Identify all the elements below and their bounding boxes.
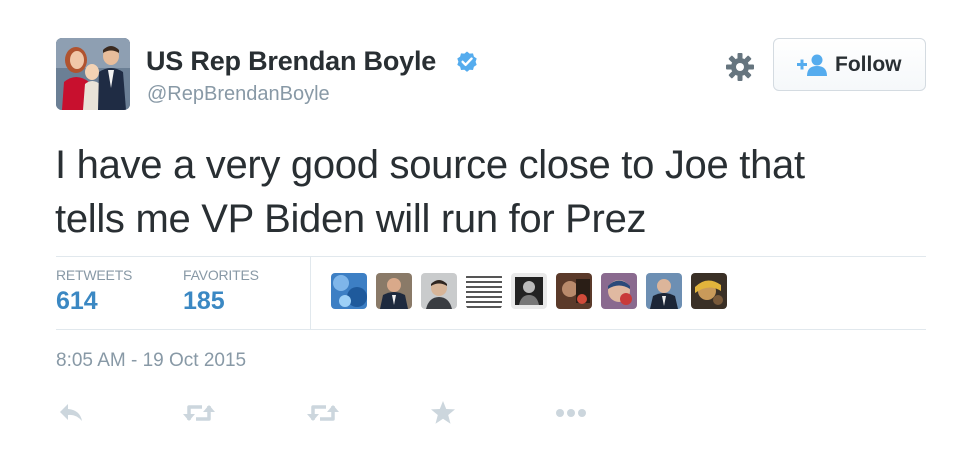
star-icon[interactable]: [430, 400, 456, 425]
retweets-stat[interactable]: RETWEETS 614: [56, 267, 132, 316]
stats-divider: [310, 257, 311, 329]
favoriter-avatar[interactable]: [376, 273, 412, 309]
tweet-text-line-2: tells me VP Biden will run for Prez: [55, 197, 647, 241]
tweet-text: I have a very good source close to Joe t…: [55, 138, 935, 246]
favoriter-avatar[interactable]: [511, 273, 547, 309]
favoriter-avatar[interactable]: [691, 273, 727, 309]
favorites-count: 185: [183, 287, 225, 315]
favoriter-avatar[interactable]: [421, 273, 457, 309]
author-name[interactable]: US Rep Brendan Boyle: [146, 46, 436, 77]
tweet-timestamp[interactable]: 8:05 AM - 19 Oct 2015: [56, 350, 246, 372]
add-user-icon: [797, 54, 827, 76]
favorites-label: FAVORITES: [183, 267, 259, 283]
tweet-text-line-1: I have a very good source close to Joe t…: [55, 143, 805, 187]
reply-icon[interactable]: [58, 402, 84, 424]
verified-badge-icon: [457, 51, 477, 72]
follow-button[interactable]: Follow: [773, 38, 926, 91]
favoriter-avatar[interactable]: [466, 273, 502, 309]
favoriter-avatar[interactable]: [331, 273, 367, 309]
retweets-count: 614: [56, 287, 98, 315]
favoriter-avatar[interactable]: [646, 273, 682, 309]
gear-icon[interactable]: [724, 51, 756, 83]
favoriter-avatar[interactable]: [601, 273, 637, 309]
author-handle[interactable]: @RepBrendanBoyle: [147, 83, 330, 106]
tweet-card: US Rep Brendan Boyle @RepBrendanBoyle Fo…: [0, 0, 980, 455]
tweet-stats: RETWEETS 614 FAVORITES 185: [56, 256, 926, 330]
follow-label: Follow: [835, 53, 902, 76]
retweet-alt-icon[interactable]: [306, 402, 340, 424]
author-avatar[interactable]: [56, 38, 130, 110]
more-icon[interactable]: [555, 407, 587, 419]
retweets-label: RETWEETS: [56, 267, 133, 283]
favorites-stat[interactable]: FAVORITES 185: [183, 267, 259, 316]
retweet-icon[interactable]: [182, 402, 216, 424]
favoriter-avatar[interactable]: [556, 273, 592, 309]
